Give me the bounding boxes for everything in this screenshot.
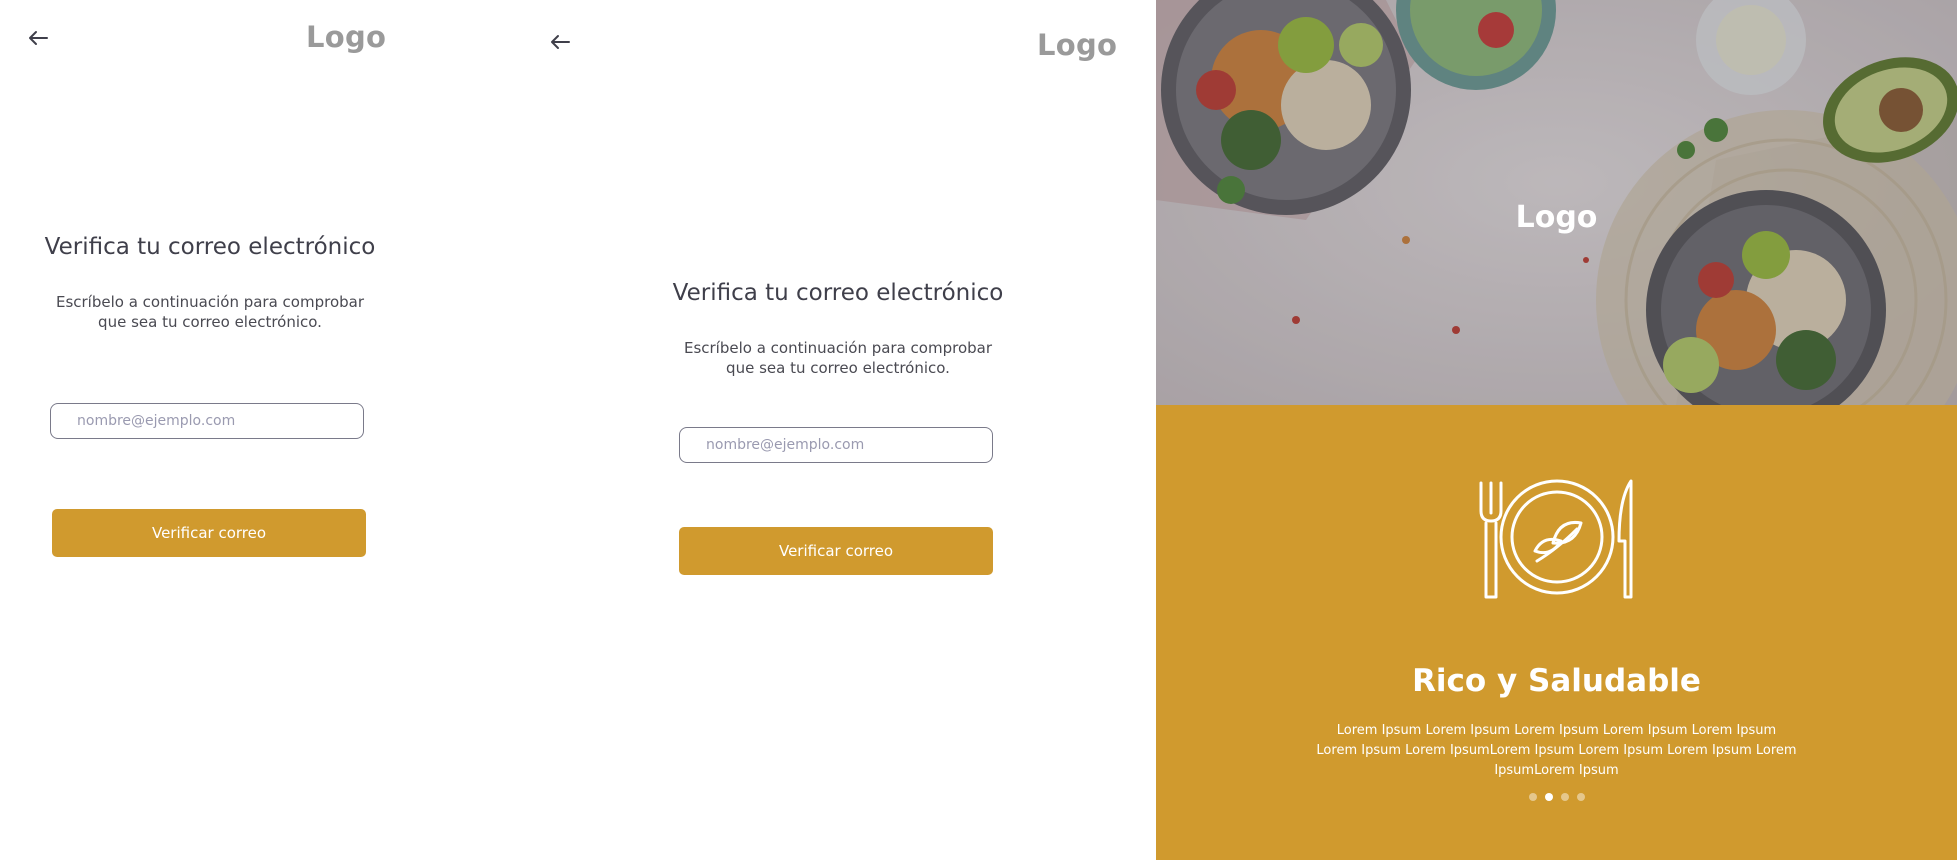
arrow-left-icon [29, 31, 48, 45]
page-subtitle: Escríbelo a continuación para comprobar … [0, 292, 420, 332]
carousel-dot[interactable] [1528, 793, 1537, 801]
email-field[interactable] [50, 403, 364, 439]
onboarding-slide: Rico y Saludable Lorem Ipsum Lorem Ipsum… [1156, 405, 1957, 860]
subtitle-line: que sea tu correo electrónico. [726, 359, 950, 377]
logo: Logo [1037, 28, 1118, 62]
logo: Logo [306, 20, 387, 54]
page-title: Verifica tu correo electrónico [44, 234, 376, 260]
subtitle-line: que sea tu correo electrónico. [98, 313, 322, 331]
slide-description: Lorem Ipsum Lorem Ipsum Lorem Ipsum Lore… [1316, 723, 1797, 778]
verify-email-button[interactable]: Verificar correo [679, 527, 993, 575]
slide-title: Rico y Saludable [1412, 663, 1701, 699]
carousel-dot-active[interactable] [1544, 793, 1553, 801]
page-title: Verifica tu correo electrónico [672, 280, 1004, 306]
carousel-indicator [1156, 793, 1957, 805]
plate-fork-knife-icon [1479, 479, 1633, 599]
verify-email-button[interactable]: Verificar correo [52, 509, 366, 557]
onboarding-panel: Logo Rico y Saludable Lorem Ipsum Lorem … [1156, 0, 1957, 860]
carousel-dot[interactable] [1576, 793, 1585, 801]
app-root: Logo Verifica tu correo electrónico Escr… [0, 0, 1957, 860]
back-button[interactable] [546, 28, 574, 56]
carousel-dot[interactable] [1560, 793, 1569, 801]
arrow-left-icon [551, 35, 570, 49]
tablet-verify-screen: Logo Verifica tu correo electrónico Escr… [420, 0, 1156, 860]
page-subtitle: Escríbelo a continuación para comprobar … [420, 338, 1256, 378]
mobile-verify-screen: Logo Verifica tu correo electrónico Escr… [0, 0, 420, 860]
subtitle-line: Escríbelo a continuación para comprobar [683, 339, 993, 357]
hero-logo: Logo [1515, 200, 1598, 235]
back-button[interactable] [24, 24, 52, 52]
subtitle-line: Escríbelo a continuación para comprobar [55, 293, 365, 311]
email-field[interactable] [679, 427, 993, 463]
